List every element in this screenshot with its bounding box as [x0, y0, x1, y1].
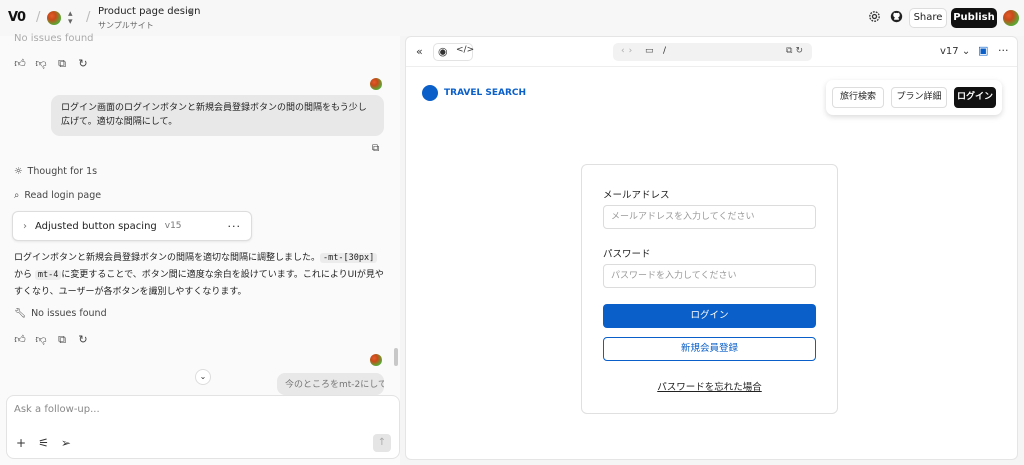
login-card: メールアドレス メールアドレスを入力してください パスワード パスワードを入力し…: [581, 164, 838, 414]
read-file-label: Read login page: [24, 190, 102, 201]
reaction-bar: 👍︎ 👎︎ ⧉ ↻: [14, 57, 89, 71]
code-new: mt-4: [34, 270, 62, 280]
forgot-password-link[interactable]: パスワードを忘れた場合: [582, 379, 837, 393]
site-nav: 旅行検索 プラン詳細 ログイン: [826, 80, 1002, 115]
v0-logo[interactable]: V0: [8, 10, 26, 25]
assistant-text-part1: ログインボタンと新規会員登録ボタンの間隔を適切な間隔に調整しました。: [14, 253, 321, 263]
thought-status[interactable]: ☼ Thought for 1s: [14, 166, 97, 177]
monitor-icon[interactable]: ▭: [645, 46, 654, 56]
plus-icon[interactable]: +: [16, 436, 26, 450]
thought-label: Thought for 1s: [27, 166, 98, 177]
user-message: 今のところをmt-2にして。: [277, 373, 384, 395]
nav-arrows-icon[interactable]: ‹›: [621, 46, 636, 56]
search-icon: ⌕: [14, 190, 20, 201]
version-card-title: Adjusted button spacing: [35, 220, 157, 232]
composer: Ask a follow-up... + ⚟ ➢ ↑: [6, 395, 400, 459]
settings-icon[interactable]: [866, 10, 882, 26]
collapse-icon[interactable]: «: [416, 45, 423, 58]
sliders-icon[interactable]: ⚟: [38, 436, 49, 450]
top-bar: V0 / ▴ ▾ / Product page design 🔒︎ サンプルサイト…: [0, 0, 1024, 36]
copy-icon[interactable]: ⧉: [56, 57, 68, 71]
team-avatar[interactable]: [47, 11, 61, 25]
github-icon[interactable]: [888, 10, 904, 26]
faded-status: No issues found: [14, 33, 94, 44]
code-old: -mt-[30px]: [320, 253, 378, 263]
login-button[interactable]: ログイン: [603, 304, 816, 328]
wrench-icon: 🔧︎: [14, 308, 27, 319]
password-field[interactable]: パスワードを入力してください: [603, 264, 816, 288]
version-card[interactable]: › Adjusted button spacing v15 ···: [12, 211, 252, 241]
publish-button[interactable]: Publish: [951, 8, 997, 28]
copy-icon[interactable]: ⧉: [372, 143, 379, 154]
composer-tools: + ⚟ ➢: [16, 436, 71, 450]
project-subtitle: サンプルサイト: [98, 21, 154, 30]
preview-panel: « ◉ </> ‹› ▭ / ⧉↻ v17 ⌄ ▣ ··· TRAVEL SEA…: [405, 36, 1018, 460]
share-button[interactable]: Share: [909, 8, 947, 28]
user-message-avatar: [370, 354, 382, 366]
read-file-status[interactable]: ⌕ Read login page: [14, 190, 101, 201]
eye-icon[interactable]: ◉: [438, 45, 448, 58]
user-message-avatar: [370, 78, 382, 90]
reaction-bar: 👍︎ 👎︎ ⧉ ↻: [14, 333, 89, 347]
version-selector[interactable]: v17 ⌄: [940, 46, 970, 57]
separator: /: [86, 10, 91, 25]
lightbulb-icon: ☼: [14, 166, 23, 177]
assistant-message: ログインボタンと新規会員登録ボタンの間隔を適切な間隔に調整しました。 -mt-[3…: [14, 250, 384, 301]
refresh-icon[interactable]: ↻: [77, 333, 89, 347]
more-icon[interactable]: ···: [228, 220, 242, 233]
chevron-updown-icon[interactable]: ▴ ▾: [68, 10, 73, 27]
composer-input[interactable]: Ask a follow-up...: [14, 404, 100, 415]
copy-icon[interactable]: ⧉: [56, 333, 68, 347]
assistant-text-part2: に変更することで、ボタン間に適度な余白を設けています。これによりUIが見やすくな…: [14, 270, 384, 297]
url-path: /: [663, 46, 667, 56]
chevron-right-icon: ›: [23, 220, 27, 232]
scroll-down-button[interactable]: ⌄: [195, 369, 211, 385]
chat-panel: No issues found 👍︎ 👎︎ ⧉ ↻ ログイン画面のログインボタン…: [0, 33, 400, 465]
layout-icon[interactable]: ▣: [978, 44, 988, 57]
open-refresh-icons[interactable]: ⧉↻: [786, 46, 806, 56]
user-message: ログイン画面のログインボタンと新規会員登録ボタンの間の間隔をもう少し広げて。適切…: [51, 95, 384, 136]
separator: /: [36, 10, 41, 25]
thumbs-up-icon[interactable]: 👍︎: [14, 57, 26, 71]
project-title[interactable]: Product page design: [98, 6, 200, 17]
more-icon[interactable]: ···: [998, 44, 1009, 57]
code-icon[interactable]: </>: [456, 45, 474, 55]
email-field[interactable]: メールアドレスを入力してください: [603, 205, 816, 229]
brand-name[interactable]: TRAVEL SEARCH: [444, 88, 526, 98]
lock-icon: 🔒︎: [189, 6, 194, 15]
chat-scrollbar[interactable]: [394, 348, 398, 366]
submit-button[interactable]: ↑: [373, 434, 391, 452]
brand-logo-icon[interactable]: [422, 85, 438, 101]
no-issues-status[interactable]: 🔧︎ No issues found: [14, 308, 107, 319]
version-card-version: v15: [164, 221, 182, 231]
email-label: メールアドレス: [603, 190, 670, 201]
assistant-text-from: から: [14, 270, 33, 280]
send-icon[interactable]: ➢: [61, 436, 71, 450]
thumbs-up-icon[interactable]: 👍︎: [14, 333, 26, 347]
preview-toolbar: « ◉ </> ‹› ▭ / ⧉↻ v17 ⌄ ▣ ···: [406, 37, 1017, 67]
thumbs-down-icon[interactable]: 👎︎: [35, 57, 47, 71]
user-avatar[interactable]: [1003, 10, 1019, 26]
password-label: パスワード: [603, 249, 651, 260]
register-button[interactable]: 新規会員登録: [603, 337, 816, 361]
view-toggle: ◉ </>: [433, 43, 474, 61]
version-label: v17: [940, 46, 959, 57]
thumbs-down-icon[interactable]: 👎︎: [35, 333, 47, 347]
url-bar[interactable]: ‹› ▭ / ⧉↻: [613, 43, 812, 61]
nav-login[interactable]: ログイン: [954, 87, 996, 108]
refresh-icon[interactable]: ↻: [77, 57, 89, 71]
no-issues-label: No issues found: [31, 308, 107, 319]
nav-travel-search[interactable]: 旅行検索: [832, 87, 884, 108]
nav-plan-details[interactable]: プラン詳細: [891, 87, 947, 108]
